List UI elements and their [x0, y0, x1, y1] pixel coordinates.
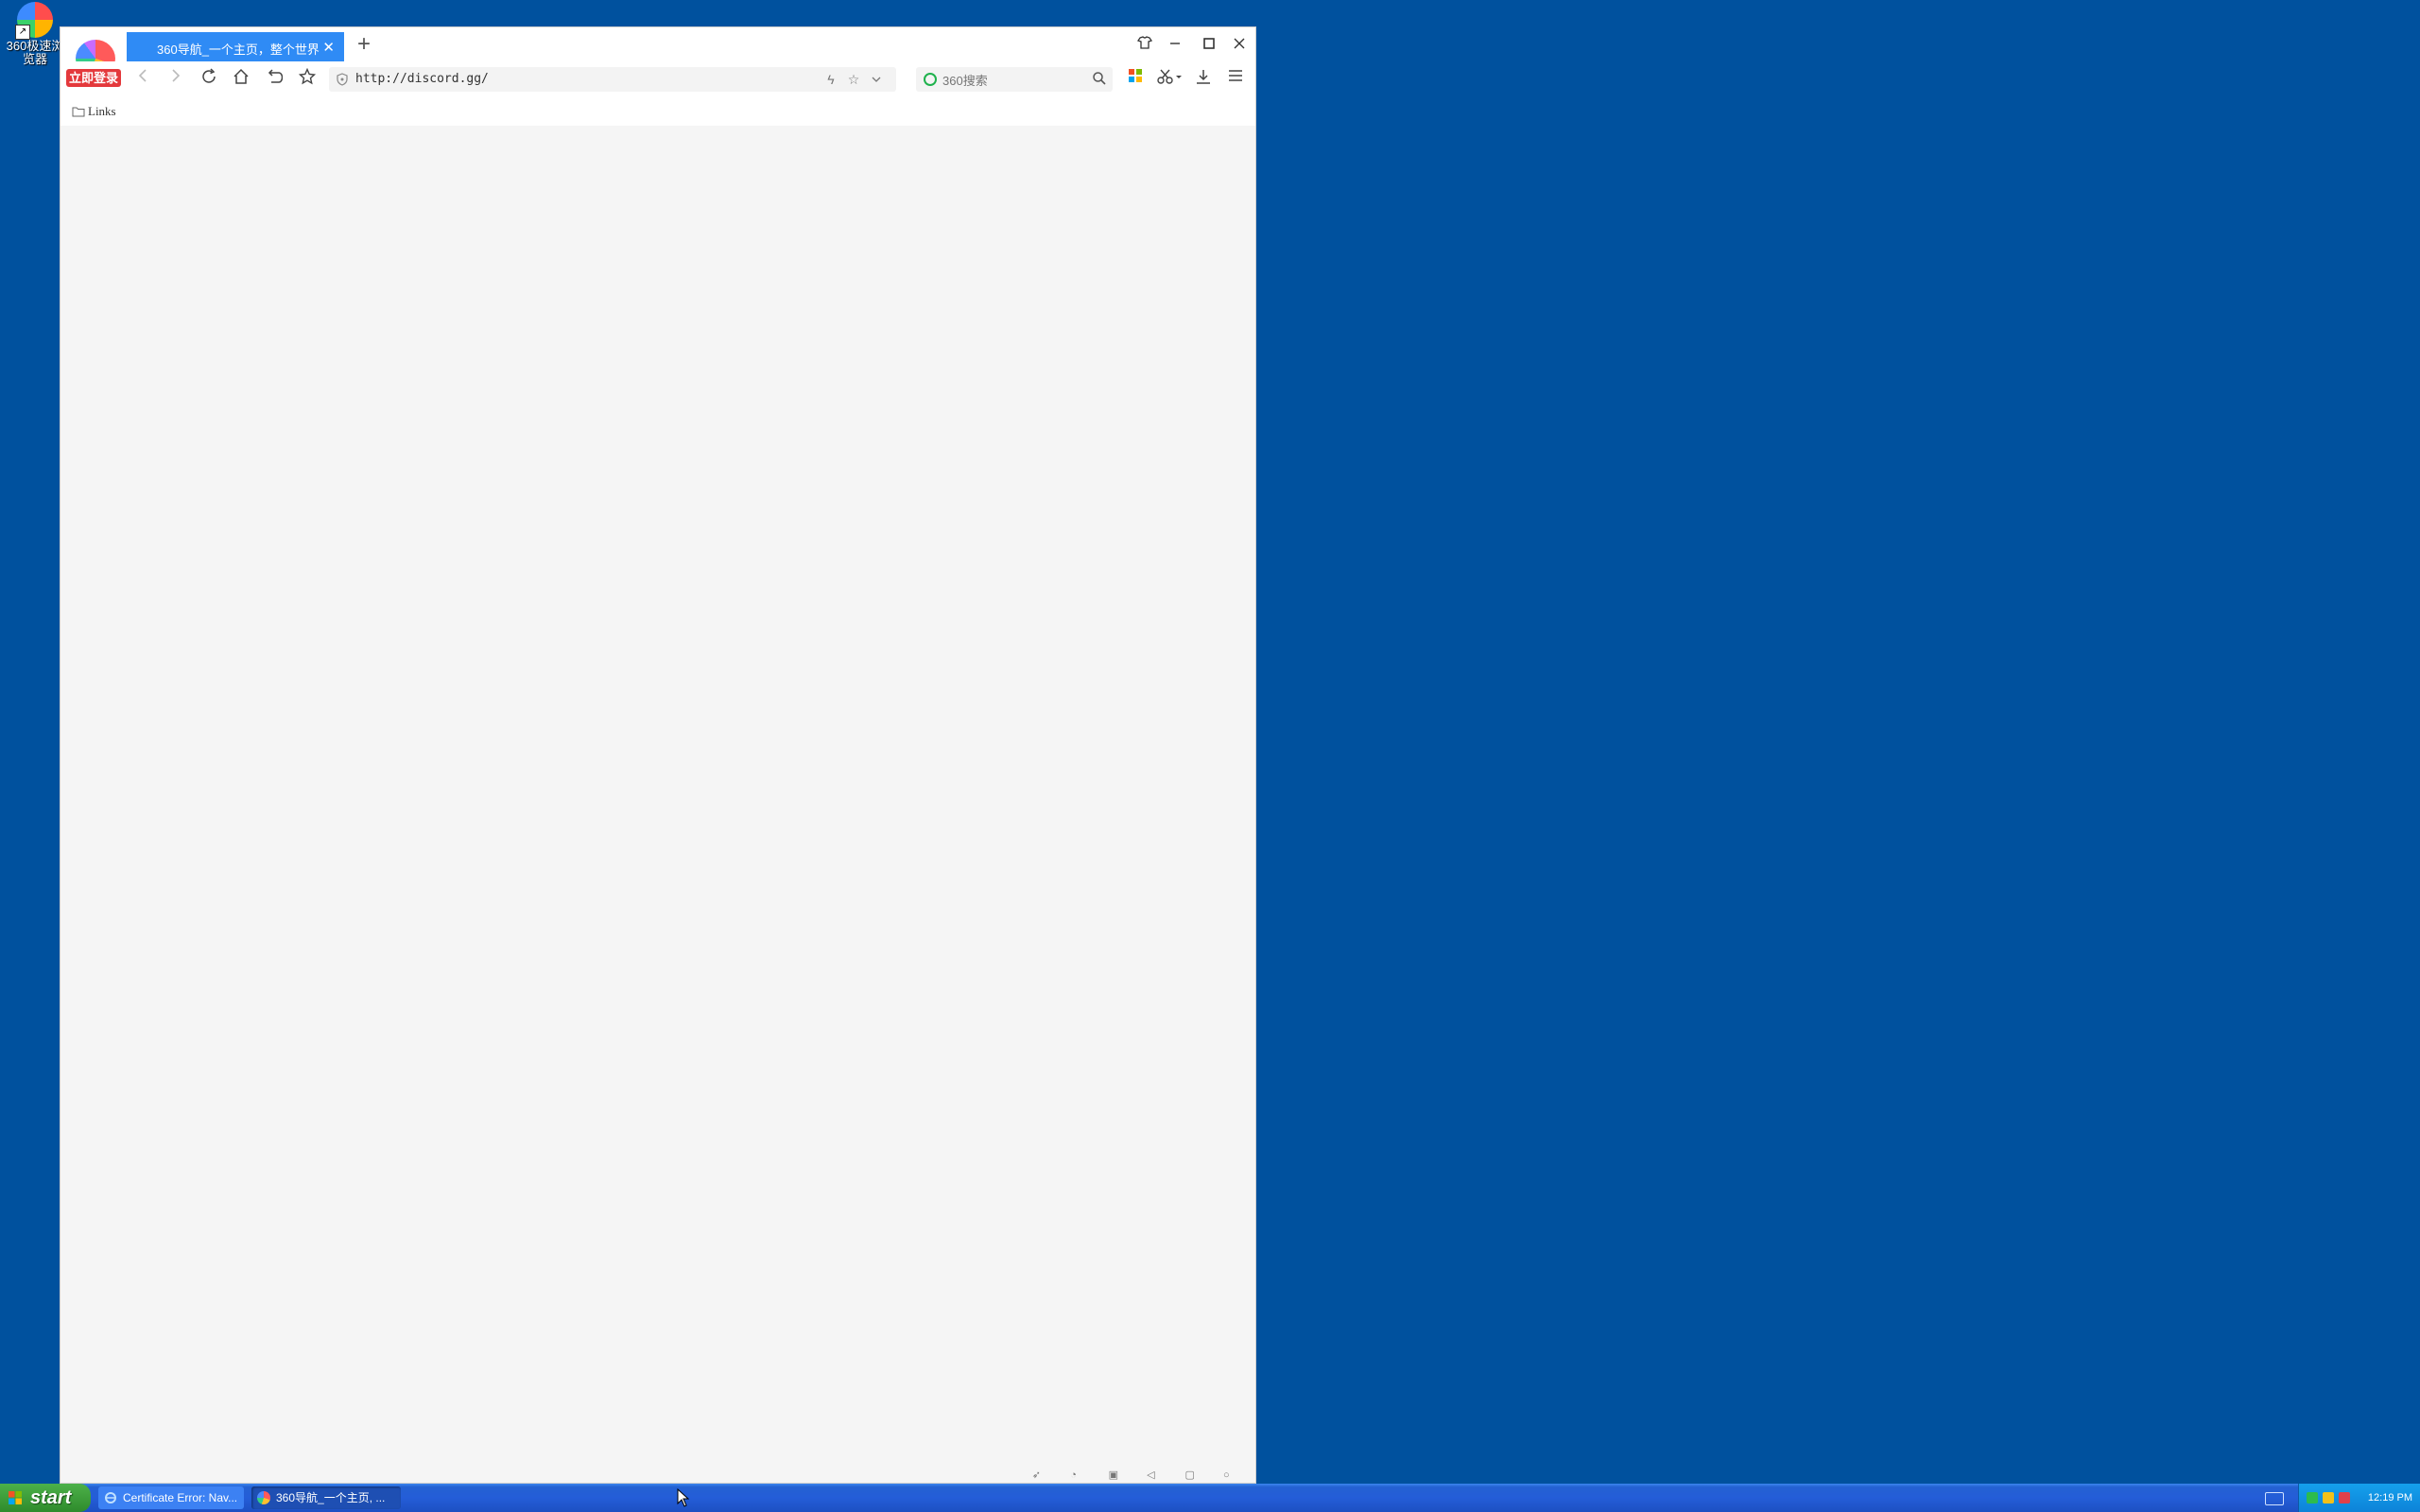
taskbar-item-certificate-error[interactable]: Certificate Error: Nav... — [98, 1486, 244, 1509]
title-bar: 360导航_一个主页，整个世界 ✕ + — [60, 27, 1255, 61]
keyboard-layout-icon[interactable] — [2265, 1492, 2284, 1505]
bookmark-label: Links — [88, 104, 116, 118]
window-icon[interactable]: ▢ — [1185, 1469, 1199, 1481]
search-icon[interactable] — [1092, 71, 1107, 86]
undo-close-button[interactable] — [262, 68, 286, 91]
tab-360-navigation[interactable]: 360导航_一个主页，整个世界 ✕ — [127, 32, 344, 61]
system-tray: 12:19 PM — [2298, 1484, 2420, 1512]
search-box[interactable] — [916, 67, 1113, 92]
address-url-text: http://discord.gg/ — [355, 72, 489, 86]
360-search-logo-icon — [924, 73, 937, 86]
address-dropdown-chevron-icon[interactable] — [868, 71, 885, 88]
rocket-icon[interactable]: ➶ — [1032, 1469, 1046, 1481]
start-button[interactable]: start — [0, 1484, 91, 1512]
clear-trash-icon[interactable]: ▣ — [1109, 1469, 1122, 1481]
menu-icon[interactable] — [1223, 68, 1248, 91]
favorite-star-button[interactable] — [295, 67, 320, 91]
search-input[interactable] — [941, 70, 1086, 91]
bookmark-star-icon[interactable]: ☆ — [845, 71, 862, 88]
app-grid-icon[interactable] — [1123, 68, 1148, 91]
browser-window: 360导航_一个主页，整个世界 ✕ + 立即登录 http://discord.… — [60, 26, 1256, 1484]
taskbar-item-label: 360导航_一个主页, ... — [276, 1491, 386, 1504]
navigation-toolbar: http://discord.gg/ ϟ ☆ — [60, 61, 1255, 98]
360-browser-logo-icon — [257, 1491, 270, 1504]
zoom-icon[interactable]: ○ — [1223, 1469, 1236, 1481]
login-badge[interactable]: 立即登录 — [66, 69, 121, 87]
windows-flag-icon — [9, 1491, 22, 1504]
taskbar-item-360-browser[interactable]: 360导航_一个主页, ... — [251, 1486, 401, 1509]
clock: 12:19 PM — [2367, 1492, 2412, 1503]
download-icon[interactable] — [1191, 68, 1216, 91]
bookmarks-bar: Links — [60, 97, 1255, 127]
skin-icon[interactable] — [1129, 29, 1161, 60]
network-tray-icon[interactable] — [2307, 1492, 2318, 1503]
start-label: start — [30, 1487, 72, 1508]
tab-title: 360导航_一个主页，整个世界 — [157, 43, 320, 57]
forward-button[interactable] — [164, 68, 188, 91]
alert-tray-icon[interactable] — [2339, 1492, 2350, 1503]
taskbar-item-label: Certificate Error: Nav... — [123, 1491, 238, 1504]
volume-icon[interactable]: ◁ — [1147, 1469, 1160, 1481]
tab-close-icon[interactable]: ✕ — [322, 39, 335, 56]
360-browser-logo-icon: ↗ — [15, 2, 53, 40]
ie-icon — [105, 1492, 116, 1503]
screenshot-scissors-icon[interactable] — [1153, 68, 1185, 91]
home-button[interactable] — [229, 68, 253, 91]
maximize-button[interactable] — [1193, 29, 1225, 60]
new-tab-button[interactable]: + — [351, 31, 377, 58]
refresh-button[interactable] — [197, 68, 221, 91]
bookmark-folder-links[interactable]: Links — [72, 104, 116, 119]
taskbar: start Certificate Error: Nav... 360导航_一个… — [0, 1484, 2420, 1512]
address-bar[interactable]: http://discord.gg/ ϟ ☆ — [329, 67, 896, 92]
back-button[interactable] — [130, 68, 155, 91]
page-content: ➶ ◔ ▣ ◁ ▢ ○ — [60, 126, 1255, 1483]
folder-icon — [72, 107, 85, 117]
lightning-mode-icon[interactable]: ϟ — [822, 71, 839, 88]
security-shield-tray-icon[interactable] — [2323, 1492, 2334, 1503]
mouse-cursor-icon — [677, 1488, 690, 1507]
speed-icon[interactable]: ◔ — [1070, 1469, 1083, 1481]
security-shield-icon — [337, 73, 348, 86]
close-button[interactable] — [1223, 29, 1255, 60]
status-bar: ➶ ◔ ▣ ◁ ▢ ○ — [1011, 1466, 1236, 1483]
shortcut-arrow-icon: ↗ — [15, 25, 30, 40]
minimize-button[interactable] — [1159, 29, 1191, 60]
